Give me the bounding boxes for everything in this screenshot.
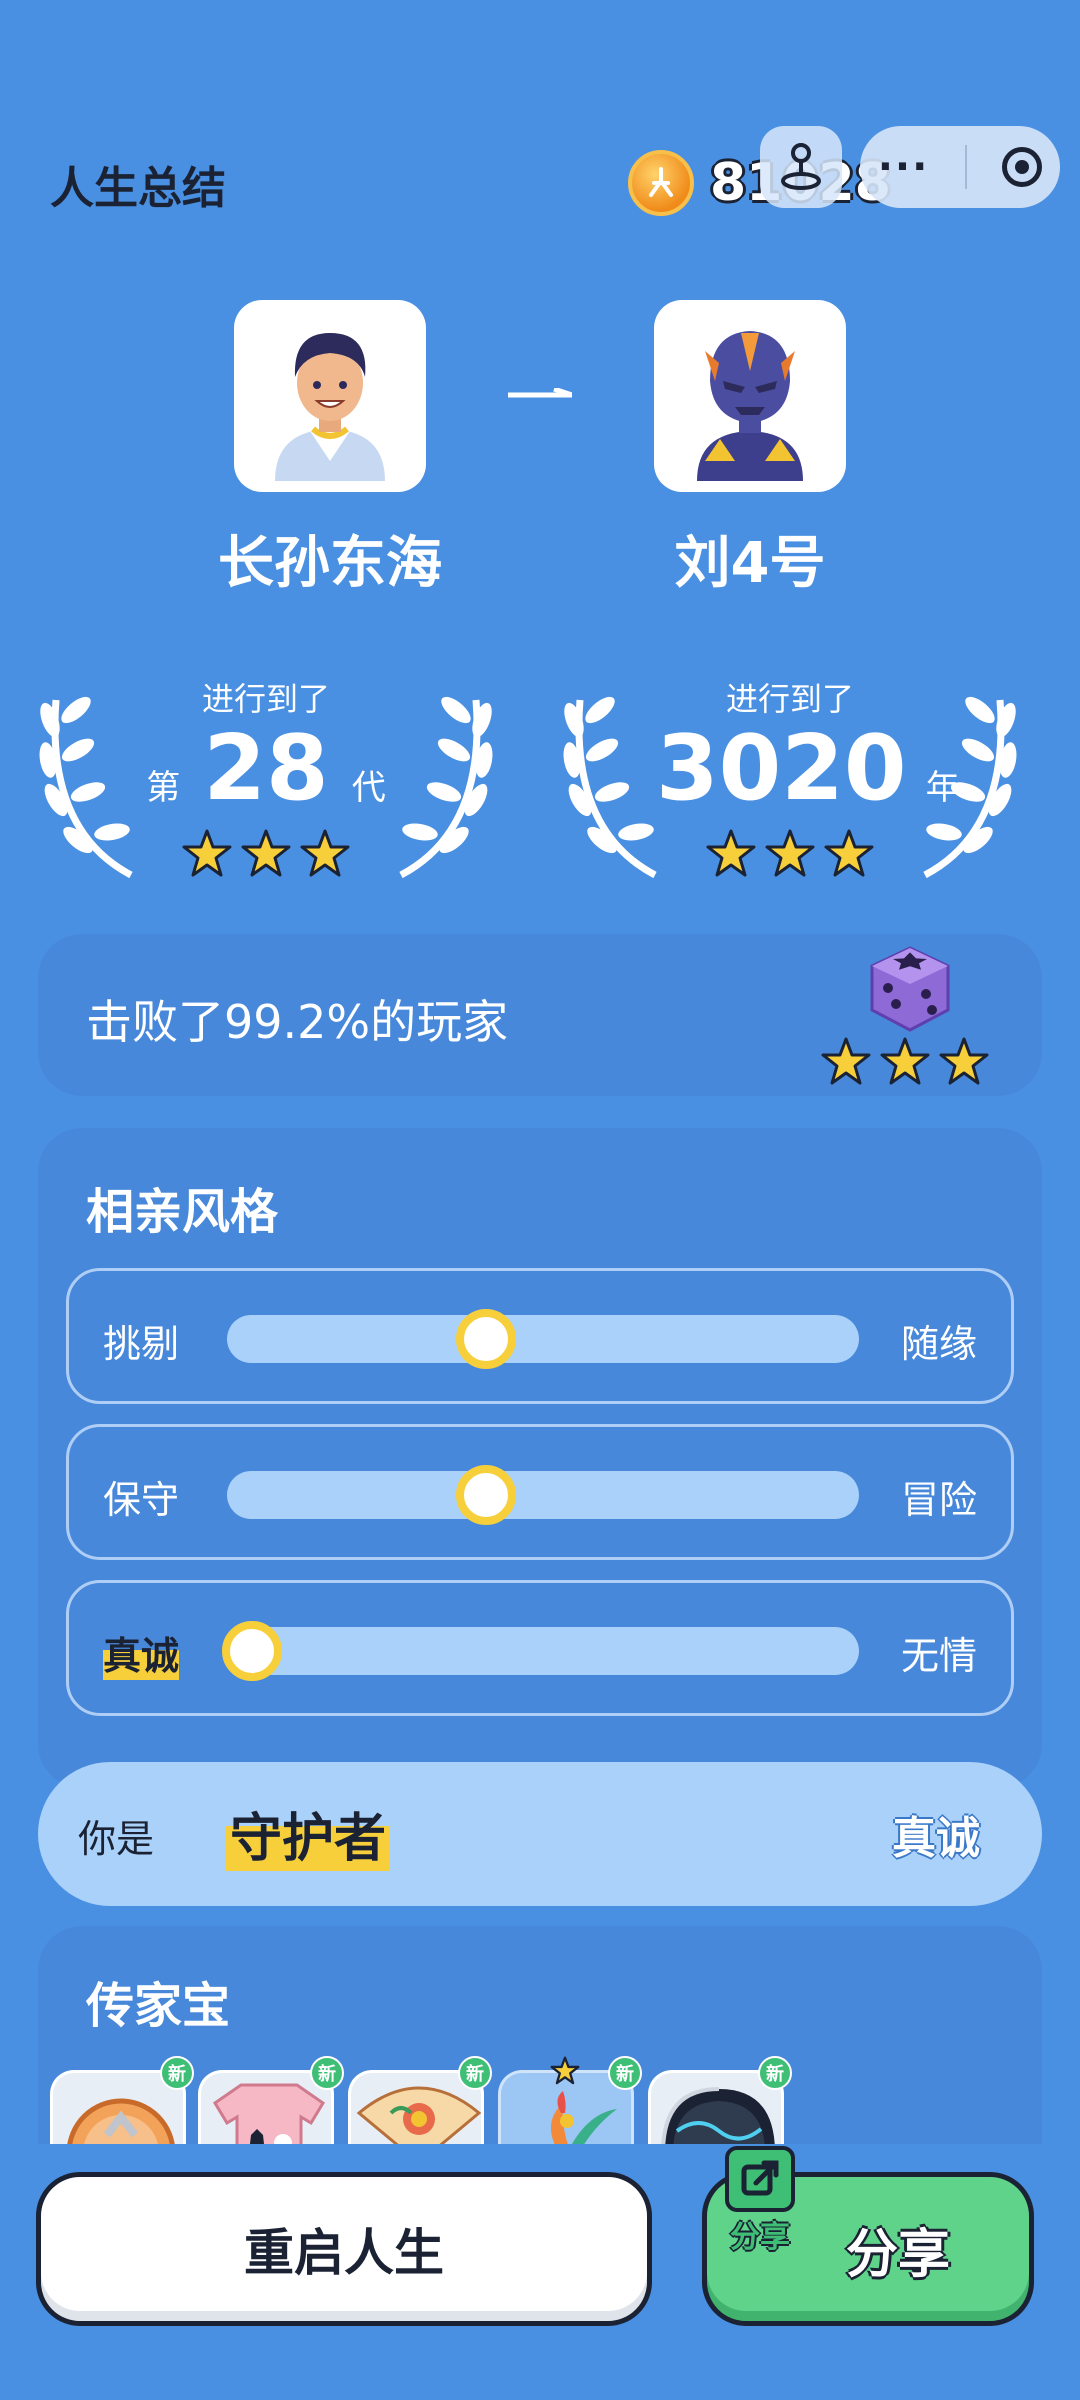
new-badge: 新 — [310, 2056, 344, 2090]
generation-caption: 进行到了 — [201, 680, 330, 718]
heirloom-title: 传家宝 — [86, 1978, 231, 2034]
star-icon — [241, 829, 291, 877]
year-value: 3020 — [656, 716, 907, 821]
more-icon[interactable]: ··· — [878, 147, 930, 187]
star-icon — [880, 1037, 930, 1085]
star-icon — [821, 1037, 871, 1085]
ancestor-name: 长孙东海 — [218, 531, 442, 596]
generation-value-row: 第 28 代 — [36, 716, 496, 821]
ranking-card: 击败了99.2%的玩家 — [38, 934, 1042, 1096]
ranking-stars — [820, 1036, 990, 1088]
generation-stat: 进行到了 第 28 代 — [36, 672, 496, 892]
slider-picky-casual: 挑剔 随缘 — [66, 1268, 1014, 1404]
avatar-descendant — [654, 300, 846, 492]
coin-icon — [628, 150, 694, 216]
slider-knob[interactable] — [456, 1465, 517, 1525]
share-icon — [725, 2146, 795, 2212]
style-title: 相亲风格 — [86, 1184, 279, 1240]
star-icon — [300, 829, 350, 877]
slider-knob[interactable] — [222, 1621, 283, 1681]
restart-life-button[interactable]: 重启人生 — [36, 2172, 652, 2326]
slider-sincere-ruthless: 真诚 无情 — [66, 1580, 1014, 1716]
robot-knight-icon — [697, 331, 803, 481]
year-value-row: 3020 年 — [656, 716, 960, 821]
slider-right-label: 随缘 — [900, 1322, 977, 1366]
mini-program-capsule: ··· — [860, 126, 1060, 208]
capsule-divider — [964, 145, 967, 189]
descendant-name: 刘4号 — [674, 531, 826, 596]
share-badge: 分享 — [718, 2146, 802, 2264]
ranking-text: 击败了99.2%的玩家 — [86, 995, 509, 1049]
slider-track[interactable] — [222, 1621, 859, 1681]
joystick-icon — [781, 143, 821, 190]
new-badge: 新 — [758, 2056, 792, 2090]
personality-result: 你是 守护者 真诚 — [38, 1762, 1042, 1906]
share-badge-label: 分享 — [730, 2220, 790, 2255]
new-badge: 新 — [458, 2056, 492, 2090]
year-stars — [705, 828, 875, 880]
share-button-label: 分享 — [845, 2224, 950, 2285]
new-badge: 新 — [160, 2056, 194, 2090]
year-caption: 进行到了 — [725, 680, 854, 718]
dice-icon — [870, 946, 950, 1032]
generation-unit: 代 — [351, 768, 386, 808]
star-icon — [182, 829, 232, 877]
generation-prefix: 第 — [146, 768, 181, 808]
year-unit: 年 — [925, 768, 960, 808]
result-role: 守护者 — [226, 1796, 391, 1871]
close-target-icon[interactable] — [1002, 147, 1043, 187]
slider-knob[interactable] — [456, 1309, 517, 1369]
star-icon — [939, 1037, 989, 1085]
slider-right-label: 无情 — [900, 1634, 977, 1678]
year-stat: 进行到了 3020 年 — [560, 672, 1020, 892]
joystick-button[interactable] — [760, 126, 842, 208]
star-icon — [824, 829, 874, 877]
slider-left-label: 保守 — [103, 1478, 180, 1522]
slider-conservative-adventurous: 保守 冒险 — [66, 1424, 1014, 1560]
slider-track[interactable] — [227, 1309, 859, 1369]
avatar-ancestor — [234, 300, 426, 492]
result-trait: 真诚 — [892, 1813, 980, 1864]
star-icon — [765, 829, 815, 877]
arrow-icon — [508, 388, 572, 398]
slider-right-label: 冒险 — [900, 1478, 977, 1522]
page-title: 人生总结 — [50, 163, 226, 214]
favorite-star-icon — [550, 2056, 580, 2085]
result-prefix: 你是 — [78, 1817, 155, 1861]
generation-value: 28 — [203, 716, 329, 821]
new-badge: 新 — [608, 2056, 642, 2090]
slider-left-label: 真诚 — [103, 1625, 180, 1680]
young-man-icon — [275, 333, 385, 481]
generation-stars — [181, 828, 351, 880]
slider-track[interactable] — [227, 1465, 859, 1525]
star-icon — [706, 829, 756, 877]
slider-left-label: 挑剔 — [103, 1322, 180, 1366]
